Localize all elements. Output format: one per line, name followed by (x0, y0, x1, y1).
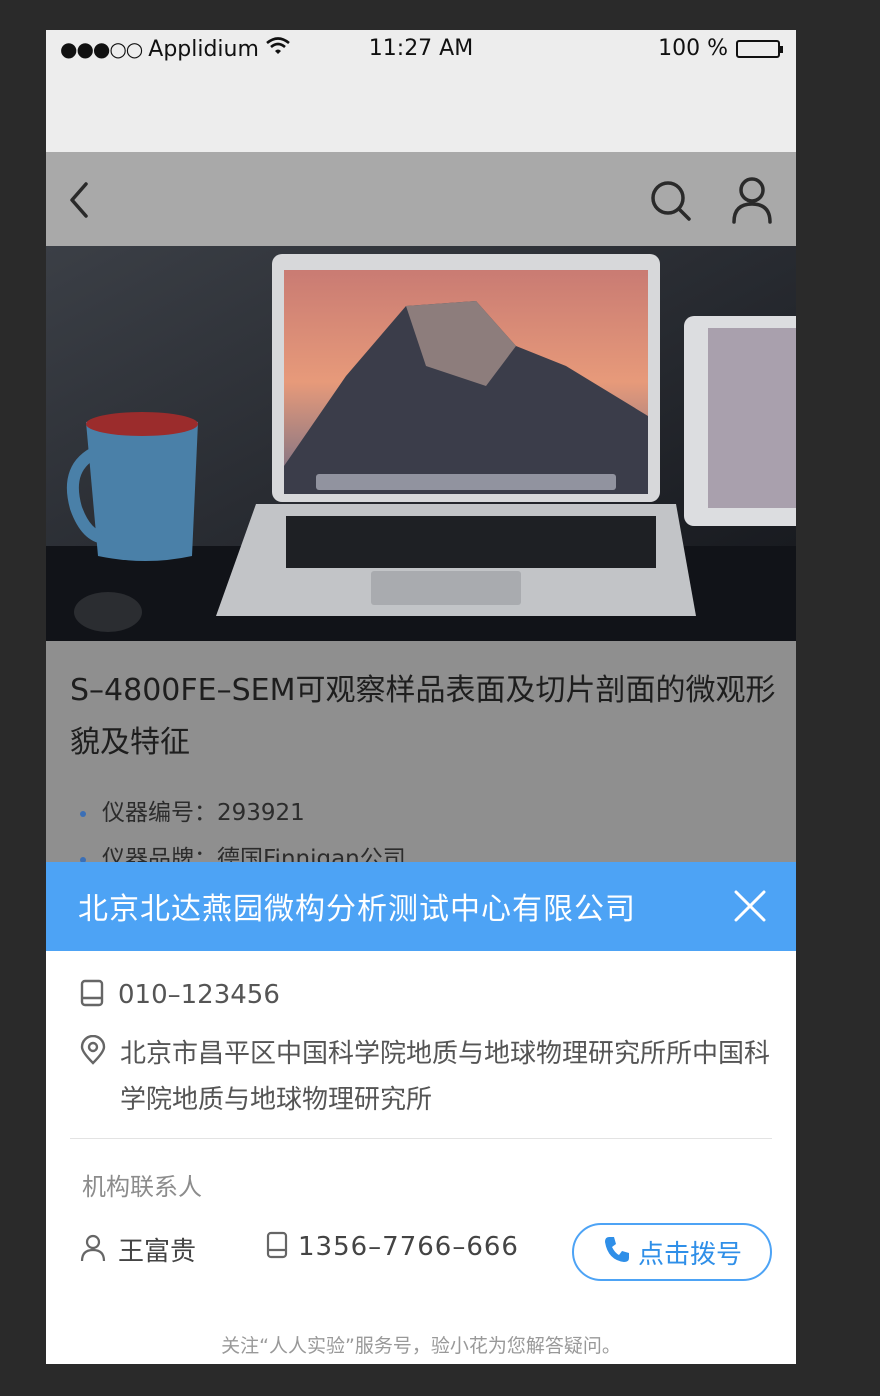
status-bar: ●●●○○ Applidium 11:27 AM 100 % (46, 30, 796, 70)
phone-screen: ●●●○○ Applidium 11:27 AM 100 % S–4800FE–… (46, 30, 796, 1364)
header-spacer (46, 70, 796, 152)
battery-percent: 100 % (658, 36, 728, 61)
institution-name: 北京北达燕园微构分析测试中心有限公司 (78, 892, 636, 927)
user-icon[interactable] (730, 176, 774, 224)
sheet-header: 北京北达燕园微构分析测试中心有限公司 (46, 862, 796, 951)
institution-phone-row[interactable]: 010–123456 (80, 979, 280, 1011)
navbar (46, 152, 796, 246)
contact-name: 王富贵 (118, 1237, 197, 1267)
search-icon[interactable] (648, 178, 694, 224)
contact-mobile-number: 1356–7766–666 (298, 1232, 519, 1262)
phone-icon (80, 979, 104, 1011)
contact-mobile: 1356–7766–666 (266, 1231, 519, 1263)
product-title: S–4800FE–SEM可观察样品表面及切片剖面的微观形貌及特征 (70, 673, 776, 760)
handset-icon (602, 1234, 632, 1271)
dial-button-label: 点击拨号 (637, 1239, 742, 1270)
close-icon[interactable] (732, 888, 768, 924)
contact-row: 王富贵 1356–7766–666 点击拨号 (80, 1223, 772, 1283)
dial-button[interactable]: 点击拨号 (572, 1223, 772, 1281)
user-icon (80, 1234, 106, 1266)
spec-value: 293921 (217, 800, 305, 826)
sheet-body: 010–123456 北京市昌平区中国科学院地质与地球物理研究所所中国科学院地质… (46, 951, 796, 1364)
chevron-left-icon[interactable] (64, 180, 94, 220)
contact-person: 王富贵 (80, 1231, 196, 1268)
institution-address-row: 北京市昌平区中国科学院地质与地球物理研究所所中国科学院地质与地球物理研究所 (80, 1031, 780, 1123)
product-info: S–4800FE–SEM可观察样品表面及切片剖面的微观形貌及特征 仪器编号：29… (46, 641, 796, 891)
bullet (80, 810, 86, 817)
spec-label: 仪器编号： (102, 800, 217, 826)
footer-note: 关注“人人实验”服务号，验小花为您解答疑问。 (221, 1335, 621, 1357)
institution-phone: 010–123456 (118, 980, 280, 1010)
contact-section-label: 机构联系人 (82, 1173, 202, 1201)
battery-icon (736, 39, 783, 58)
phone-icon (266, 1231, 288, 1263)
location-pin-icon (80, 1034, 106, 1069)
institution-address: 北京市昌平区中国科学院地质与地球物理研究所所中国科学院地质与地球物理研究所 (120, 1039, 771, 1115)
product-hero-image (46, 246, 796, 641)
divider (70, 1138, 772, 1139)
spec-item: 仪器编号：293921 (80, 793, 305, 827)
